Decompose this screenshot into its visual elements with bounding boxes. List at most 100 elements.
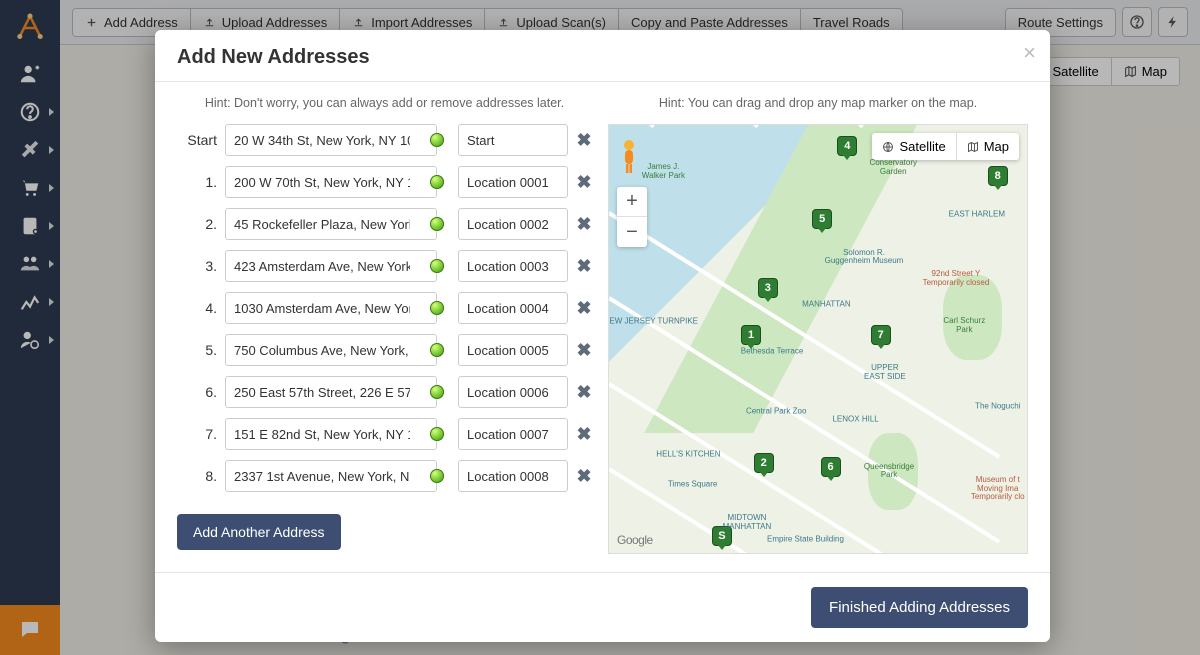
address-row: 8.✖ bbox=[177, 460, 592, 492]
address-row: 6. ✖ bbox=[177, 376, 592, 408]
address-row: 4. ✖ bbox=[177, 292, 592, 324]
label: Satellite bbox=[899, 139, 945, 154]
location-input[interactable] bbox=[458, 250, 568, 282]
row-number: 4. bbox=[177, 300, 217, 316]
map-marker[interactable]: 1 bbox=[741, 325, 761, 345]
location-input[interactable] bbox=[458, 124, 568, 156]
modal-map-type-control: Satellite Map bbox=[872, 133, 1019, 160]
modal-footer: Finished Adding Addresses bbox=[155, 572, 1050, 642]
poi-label: LENOX HILL bbox=[832, 416, 878, 425]
finished-button[interactable]: Finished Adding Addresses bbox=[811, 587, 1028, 628]
modal-overlay: Add New Addresses × Hint: Don't worry, y… bbox=[0, 0, 1200, 655]
status-dot-icon bbox=[430, 343, 444, 357]
poi-label: NEW JERSEY TURNPIKE bbox=[608, 317, 698, 326]
delete-icon[interactable]: ✖ bbox=[576, 466, 592, 487]
row-number: 1. bbox=[177, 174, 217, 190]
address-row: Start ✖ bbox=[177, 124, 592, 156]
address-input[interactable] bbox=[225, 418, 437, 450]
location-input[interactable] bbox=[458, 460, 568, 492]
address-input[interactable] bbox=[225, 376, 437, 408]
status-dot-icon bbox=[430, 217, 444, 231]
poi-label: Solomon R.Guggenheim Museum bbox=[825, 249, 904, 267]
poi-label: ConservatoryGarden bbox=[869, 159, 917, 177]
poi-label: HELL'S KITCHEN bbox=[656, 450, 720, 459]
delete-icon[interactable]: ✖ bbox=[576, 256, 592, 277]
row-number: 2. bbox=[177, 216, 217, 232]
row-number: 5. bbox=[177, 342, 217, 358]
address-input[interactable] bbox=[225, 208, 437, 240]
poi-label: MIDTOWNMANHATTAN bbox=[723, 514, 772, 532]
address-row: 2. ✖ bbox=[177, 208, 592, 240]
addresses-column: Hint: Don't worry, you can always add or… bbox=[177, 96, 592, 554]
location-input[interactable] bbox=[458, 166, 568, 198]
pegman-icon[interactable] bbox=[617, 139, 641, 175]
row-number: 3. bbox=[177, 258, 217, 274]
delete-icon[interactable]: ✖ bbox=[576, 172, 592, 193]
google-logo: Google bbox=[617, 533, 653, 547]
poi-label: MANHATTAN bbox=[802, 300, 851, 309]
modal-map[interactable]: Satellite Map + − S12345678 James J.Walk… bbox=[608, 124, 1028, 554]
location-input[interactable] bbox=[458, 376, 568, 408]
delete-icon[interactable]: ✖ bbox=[576, 214, 592, 235]
delete-icon[interactable]: ✖ bbox=[576, 382, 592, 403]
poi-label: Museum of tMoving ImaTemporarily clo bbox=[971, 476, 1025, 502]
modal-title: Add New Addresses bbox=[177, 46, 1028, 69]
row-number: Start bbox=[177, 132, 217, 148]
map-column: Hint: You can drag and drop any map mark… bbox=[608, 96, 1028, 554]
add-another-button[interactable]: Add Another Address bbox=[177, 514, 341, 550]
delete-icon[interactable]: ✖ bbox=[576, 424, 592, 445]
map-marker[interactable]: 4 bbox=[837, 136, 857, 156]
delete-icon[interactable]: ✖ bbox=[576, 340, 592, 361]
zoom-out-button[interactable]: − bbox=[617, 217, 647, 247]
modal-map-button[interactable]: Map bbox=[957, 133, 1019, 160]
add-addresses-modal: Add New Addresses × Hint: Don't worry, y… bbox=[155, 30, 1050, 642]
status-dot-icon bbox=[430, 133, 444, 147]
address-input[interactable] bbox=[225, 124, 437, 156]
address-row: 3. ✖ bbox=[177, 250, 592, 282]
status-dot-icon bbox=[430, 427, 444, 441]
zoom-control: + − bbox=[617, 187, 647, 247]
location-input[interactable] bbox=[458, 292, 568, 324]
poi-label: QueensbridgePark bbox=[864, 463, 914, 481]
map-marker[interactable]: 6 bbox=[821, 457, 841, 477]
address-row: 5. ✖ bbox=[177, 334, 592, 366]
map-marker[interactable]: 7 bbox=[871, 325, 891, 345]
location-input[interactable] bbox=[458, 334, 568, 366]
modal-satellite-button[interactable]: Satellite bbox=[872, 133, 956, 160]
map-marker[interactable]: 8 bbox=[988, 166, 1008, 186]
close-icon[interactable]: × bbox=[1023, 40, 1036, 66]
label: Map bbox=[984, 139, 1009, 154]
status-dot-icon bbox=[430, 469, 444, 483]
zoom-in-button[interactable]: + bbox=[617, 187, 647, 217]
address-input[interactable] bbox=[225, 334, 437, 366]
status-dot-icon bbox=[430, 385, 444, 399]
delete-icon[interactable]: ✖ bbox=[576, 130, 592, 151]
status-dot-icon bbox=[430, 175, 444, 189]
poi-label: 92nd Street YTemporarily closed bbox=[923, 270, 990, 288]
map-marker[interactable]: 5 bbox=[812, 209, 832, 229]
poi-label: Central Park Zoo bbox=[746, 407, 806, 416]
poi-label: EAST HARLEM bbox=[949, 210, 1005, 219]
row-number: 6. bbox=[177, 384, 217, 400]
poi-label: Carl SchurzPark bbox=[943, 317, 985, 335]
map-marker[interactable]: 3 bbox=[758, 278, 778, 298]
hint-right: Hint: You can drag and drop any map mark… bbox=[608, 96, 1028, 110]
address-input[interactable] bbox=[225, 292, 437, 324]
status-dot-icon bbox=[430, 259, 444, 273]
delete-icon[interactable]: ✖ bbox=[576, 298, 592, 319]
row-number: 7. bbox=[177, 426, 217, 442]
hint-left: Hint: Don't worry, you can always add or… bbox=[177, 96, 592, 110]
map-marker[interactable]: 2 bbox=[754, 453, 774, 473]
address-row: 7. ✖ bbox=[177, 418, 592, 450]
address-input[interactable] bbox=[225, 250, 437, 282]
poi-label: The Noguchi bbox=[975, 403, 1020, 412]
poi-label: Times Square bbox=[668, 480, 718, 489]
address-input[interactable] bbox=[225, 460, 437, 492]
address-input[interactable] bbox=[225, 166, 437, 198]
location-input[interactable] bbox=[458, 418, 568, 450]
poi-label: Bethesda Terrace bbox=[741, 347, 804, 356]
status-dot-icon bbox=[430, 301, 444, 315]
address-row: 1. ✖ bbox=[177, 166, 592, 198]
poi-label: UPPEREAST SIDE bbox=[864, 364, 906, 382]
location-input[interactable] bbox=[458, 208, 568, 240]
